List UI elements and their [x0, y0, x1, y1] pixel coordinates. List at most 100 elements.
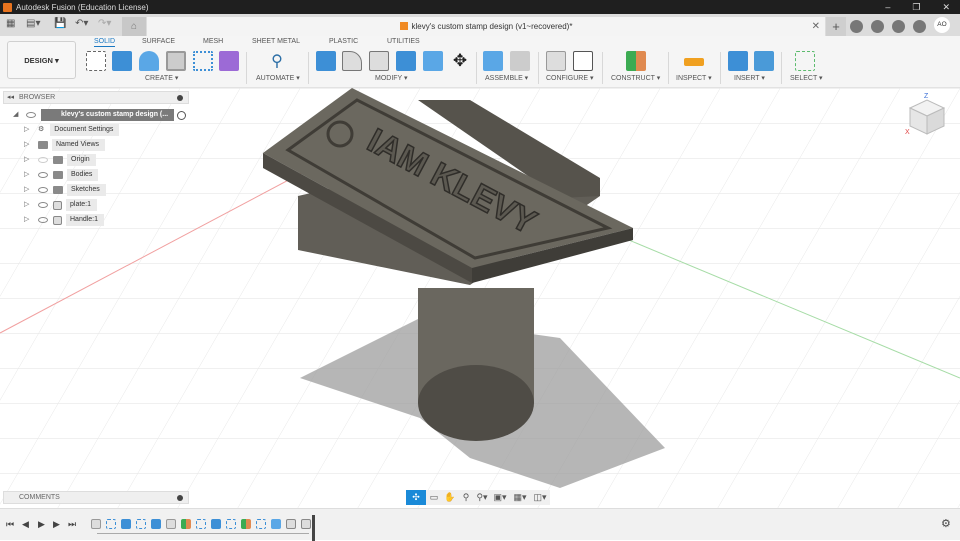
hole-icon[interactable]: [166, 51, 186, 71]
pin-icon[interactable]: [177, 95, 183, 101]
hidden-eye-icon[interactable]: [38, 157, 48, 163]
browser-item-sketches[interactable]: ▷ Sketches: [24, 184, 106, 196]
pan-icon[interactable]: ✋: [442, 490, 458, 505]
timeline-feature-plane[interactable]: [181, 519, 191, 529]
model-canvas[interactable]: IAM KLEVY Z X: [0, 88, 960, 508]
pin-icon[interactable]: [177, 495, 183, 501]
apps-grid-icon[interactable]: ▦: [6, 18, 15, 29]
measure-icon[interactable]: [684, 58, 704, 66]
next-step-icon[interactable]: ▶: [53, 519, 60, 530]
timeline-feature-sketch[interactable]: [226, 519, 236, 529]
eye-icon[interactable]: [38, 217, 48, 223]
viewports-icon[interactable]: ◫▾: [530, 490, 550, 505]
comments-panel-header[interactable]: COMMENTS: [3, 491, 189, 504]
extrude-icon[interactable]: [112, 51, 132, 71]
browser-root[interactable]: ◢ klevy's custom stamp design (...: [13, 109, 187, 121]
maximize-button[interactable]: ❐: [912, 0, 920, 14]
move-icon[interactable]: ✥: [450, 51, 470, 71]
save-icon[interactable]: 💾: [54, 18, 66, 29]
new-component-icon[interactable]: [483, 51, 503, 71]
timeline-marker[interactable]: [312, 515, 315, 541]
avatar[interactable]: AO: [934, 17, 950, 33]
last-step-icon[interactable]: ⏭: [68, 519, 76, 530]
insert-menu[interactable]: INSERT ▾: [734, 74, 765, 82]
timeline-feature-extrude[interactable]: [211, 519, 221, 529]
create-menu[interactable]: CREATE ▾: [145, 74, 178, 82]
tab-sheet-metal[interactable]: SHEET METAL: [252, 38, 300, 45]
previous-step-icon[interactable]: ◀: [22, 519, 29, 530]
combine-icon[interactable]: [396, 51, 416, 71]
tab-solid[interactable]: SOLID: [94, 38, 116, 47]
job-status-icon[interactable]: [871, 20, 884, 33]
zoom-icon[interactable]: ⚲: [458, 490, 474, 505]
configure-icon[interactable]: [546, 51, 566, 71]
browser-item-bodies[interactable]: ▷ Bodies: [24, 169, 99, 181]
grid-settings-icon[interactable]: ▦▾: [510, 490, 530, 505]
workspace-switcher[interactable]: DESIGN ▾: [7, 41, 76, 79]
timeline-feature-extrude[interactable]: [151, 519, 161, 529]
select-menu[interactable]: SELECT ▾: [790, 74, 823, 82]
insert-image-icon[interactable]: [754, 51, 774, 71]
close-tab-button[interactable]: ✕: [812, 17, 820, 36]
construct-menu[interactable]: CONSTRUCT ▾: [611, 74, 660, 82]
eye-icon[interactable]: [38, 187, 48, 193]
shell-icon[interactable]: [369, 51, 389, 71]
timeline-settings-gear-icon[interactable]: ⚙: [941, 517, 951, 530]
configure-menu[interactable]: CONFIGURE ▾: [546, 74, 593, 82]
visibility-icon[interactable]: [26, 112, 36, 118]
home-button[interactable]: ⌂: [122, 17, 146, 36]
redo-icon[interactable]: ↷▾: [98, 18, 111, 29]
collapse-icon[interactable]: ◂◂: [7, 92, 14, 103]
timeline-feature-sketch[interactable]: [106, 519, 116, 529]
tab-mesh[interactable]: MESH: [203, 38, 223, 45]
close-window-button[interactable]: ✕: [942, 0, 950, 14]
extensions-icon[interactable]: [850, 20, 863, 33]
modify-menu[interactable]: MODIFY ▾: [375, 74, 408, 82]
tab-plastic[interactable]: PLASTIC: [329, 38, 358, 45]
help-icon[interactable]: [913, 20, 926, 33]
display-settings-icon[interactable]: ▣▾: [490, 490, 510, 505]
joint-icon[interactable]: [510, 51, 530, 71]
offset-face-icon[interactable]: [423, 51, 443, 71]
table-icon[interactable]: [573, 51, 593, 71]
eye-icon[interactable]: [38, 172, 48, 178]
pattern-icon[interactable]: [193, 51, 213, 71]
browser-panel-header[interactable]: ◂◂ BROWSER: [3, 91, 189, 104]
create-sketch-icon[interactable]: [86, 51, 106, 71]
tab-surface[interactable]: SURFACE: [142, 38, 175, 45]
browser-item-document-settings[interactable]: ▷ ⚙ Document Settings: [24, 124, 120, 136]
timeline-feature-sketch[interactable]: [256, 519, 266, 529]
notifications-icon[interactable]: [892, 20, 905, 33]
file-menu-icon[interactable]: ▤▾: [26, 18, 40, 29]
fit-icon[interactable]: ⚲▾: [474, 490, 490, 505]
play-icon[interactable]: ▶: [38, 519, 45, 530]
timeline-feature-sketch[interactable]: [136, 519, 146, 529]
automate-icon[interactable]: ⚲: [267, 51, 287, 71]
timeline-feature-fillet[interactable]: [301, 519, 311, 529]
minimize-button[interactable]: –: [885, 0, 890, 14]
first-step-icon[interactable]: ⏮: [6, 519, 14, 530]
browser-item-handle[interactable]: ▷ Handle:1: [24, 214, 105, 226]
tab-utilities[interactable]: UTILITIES: [387, 38, 420, 45]
assemble-menu[interactable]: ASSEMBLE ▾: [485, 74, 528, 82]
timeline-feature-plane[interactable]: [241, 519, 251, 529]
orbit-icon[interactable]: ✣: [406, 490, 426, 505]
browser-item-named-views[interactable]: ▷ Named Views: [24, 139, 106, 151]
inspect-menu[interactable]: INSPECT ▾: [676, 74, 712, 82]
browser-item-plate[interactable]: ▷ plate:1: [24, 199, 98, 211]
construct-plane-icon[interactable]: [626, 51, 646, 71]
browser-item-origin[interactable]: ▷ Origin: [24, 154, 96, 166]
activate-radio-icon[interactable]: [177, 110, 187, 120]
undo-icon[interactable]: ↶▾: [75, 18, 88, 29]
fillet-icon[interactable]: [342, 51, 362, 71]
document-tab[interactable]: klevy's custom stamp design (v1~recovere…: [147, 17, 825, 36]
new-tab-button[interactable]: +: [826, 17, 846, 36]
look-at-icon[interactable]: ▭: [426, 490, 442, 505]
timeline-feature-component[interactable]: [91, 519, 101, 529]
revolve-icon[interactable]: [139, 51, 159, 71]
timeline-feature-extrude[interactable]: [121, 519, 131, 529]
timeline-feature-component[interactable]: [166, 519, 176, 529]
insert-derive-icon[interactable]: [728, 51, 748, 71]
eye-icon[interactable]: [38, 202, 48, 208]
timeline-feature-fillet[interactable]: [286, 519, 296, 529]
